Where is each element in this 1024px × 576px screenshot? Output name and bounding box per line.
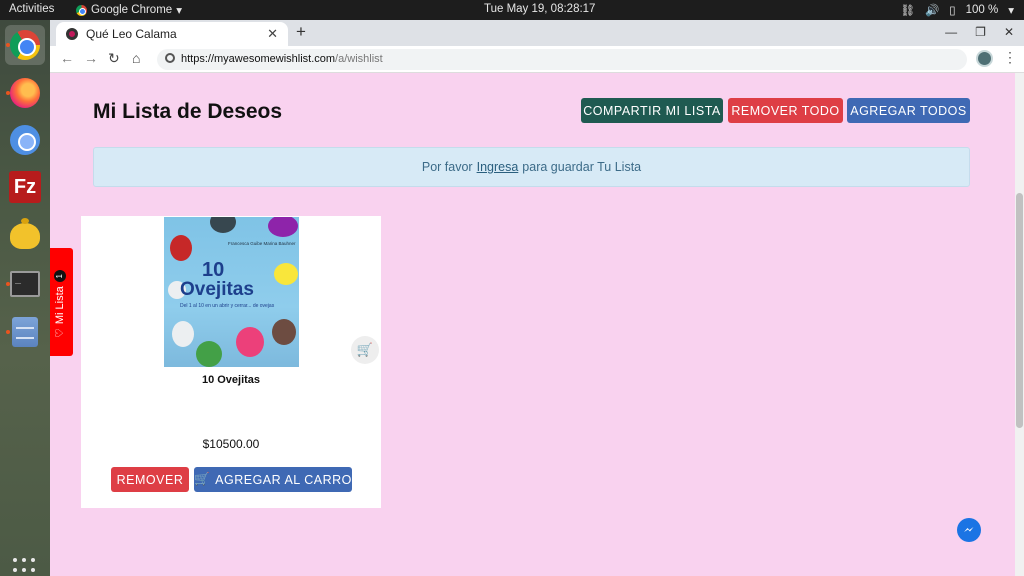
side-tab-label-wrap: ♡ Mi Lista 1 bbox=[53, 270, 66, 338]
tab-title: Qué Leo Calama bbox=[86, 27, 177, 41]
sheep-illustration bbox=[210, 217, 236, 233]
page-scrollbar[interactable] bbox=[1015, 73, 1024, 576]
sheep-illustration bbox=[268, 217, 298, 237]
cart-icon: 🛒 bbox=[194, 472, 211, 486]
home-icon[interactable]: ⌂ bbox=[132, 50, 140, 66]
login-link[interactable]: Ingresa bbox=[477, 160, 519, 174]
dock-filezilla[interactable]: Fz bbox=[5, 167, 45, 207]
reload-icon[interactable]: ↻ bbox=[108, 50, 120, 67]
sheep-illustration bbox=[272, 319, 296, 345]
address-bar[interactable]: https://myawesomewishlist.com/a/wishlist bbox=[157, 49, 967, 70]
product-card: Francesca Guibe Marina Bauhner 10 Ovejit… bbox=[81, 216, 381, 508]
chrome-icon bbox=[76, 4, 87, 16]
running-indicator bbox=[6, 330, 10, 334]
dock-files[interactable] bbox=[5, 312, 45, 352]
remove-item-button[interactable]: REMOVER bbox=[111, 467, 189, 492]
teapot-icon bbox=[10, 218, 40, 249]
new-tab-icon[interactable]: + bbox=[296, 22, 306, 42]
add-all-button[interactable]: AGREGAR TODOS bbox=[847, 98, 970, 123]
minimize-icon[interactable]: — bbox=[945, 25, 957, 39]
profile-avatar[interactable] bbox=[976, 50, 993, 67]
filezilla-icon: Fz bbox=[9, 171, 41, 203]
sheep-illustration bbox=[170, 235, 192, 261]
forward-icon[interactable]: → bbox=[84, 50, 98, 66]
sheep-illustration bbox=[236, 327, 264, 357]
files-icon bbox=[12, 317, 38, 347]
browser-menu-icon[interactable]: ⋮ bbox=[1003, 49, 1017, 66]
remove-all-button[interactable]: REMOVER TODO bbox=[728, 98, 843, 123]
wishlist-side-tab[interactable]: ♡ Mi Lista 1 bbox=[50, 248, 73, 356]
system-tray[interactable]: ⛓ 🔊 ▯ 100 % ▾ bbox=[900, 3, 1014, 17]
dock-chrome[interactable] bbox=[5, 25, 45, 65]
close-window-icon[interactable]: ✕ bbox=[1004, 25, 1014, 39]
favicon-icon bbox=[66, 28, 78, 40]
product-price: $10500.00 bbox=[202, 437, 260, 451]
running-indicator bbox=[6, 282, 10, 286]
messenger-icon bbox=[964, 527, 974, 532]
app-menu-label: Google Chrome bbox=[91, 4, 173, 16]
add-to-cart-button[interactable]: 🛒 AGREGAR AL CARRO bbox=[194, 467, 352, 492]
system-top-bar: Activities Google Chrome ▾ Tue May 19, 0… bbox=[0, 0, 1024, 20]
dock-firefox[interactable] bbox=[5, 73, 45, 113]
sheep-illustration bbox=[274, 263, 298, 285]
battery-icon: ▯ bbox=[949, 5, 956, 17]
scrollbar-thumb[interactable] bbox=[1016, 193, 1023, 428]
window-controls: — ❐ ✕ bbox=[945, 25, 1014, 39]
caret-down-icon: ▾ bbox=[176, 5, 182, 17]
site-info-icon[interactable] bbox=[165, 53, 175, 63]
wishlist-count-badge: 1 bbox=[53, 270, 66, 283]
restore-icon[interactable]: ❐ bbox=[975, 25, 986, 39]
cover-title-word: Ovejitas bbox=[180, 279, 254, 300]
side-tab-label: Mi Lista bbox=[53, 286, 66, 325]
notice-text-after: para guardar Tu Lista bbox=[522, 160, 642, 174]
chrome-icon bbox=[10, 30, 40, 60]
show-applications-icon[interactable] bbox=[13, 558, 37, 576]
app-menu[interactable]: Google Chrome ▾ bbox=[76, 3, 182, 17]
battery-percent: 100 % bbox=[965, 4, 999, 16]
tab-strip: Qué Leo Calama ✕ + — ❐ ✕ bbox=[50, 20, 1024, 46]
dock-teapot[interactable] bbox=[5, 216, 45, 256]
clock[interactable]: Tue May 19, 08:28:17 bbox=[484, 3, 595, 15]
power-menu-icon: ▾ bbox=[1008, 5, 1014, 17]
add-to-cart-label: AGREGAR AL CARRO bbox=[215, 472, 352, 487]
firefox-icon bbox=[10, 78, 40, 108]
add-to-cart-icon[interactable]: 🛒 bbox=[351, 336, 379, 364]
browser-window: Qué Leo Calama ✕ + — ❐ ✕ ← → ↻ ⌂ https:/… bbox=[50, 20, 1024, 576]
back-icon[interactable]: ← bbox=[60, 50, 74, 66]
activities-button[interactable]: Activities bbox=[9, 3, 54, 15]
notice-text-before: Por favor bbox=[421, 160, 473, 174]
cover-authors: Francesca Guibe Marina Bauhner bbox=[228, 241, 296, 246]
running-indicator bbox=[6, 91, 10, 95]
product-name[interactable]: 10 Ovejitas bbox=[81, 374, 381, 386]
cover-subtitle: Del 1 al 10 en un abrir y cerrar... de o… bbox=[180, 303, 275, 309]
network-icon: ⛓ bbox=[900, 5, 915, 17]
messenger-chat-button[interactable] bbox=[957, 518, 981, 542]
url-text: https://myawesomewishlist.com/a/wishlist bbox=[181, 53, 383, 65]
share-list-button[interactable]: COMPARTIR MI LISTA bbox=[581, 98, 723, 123]
sheep-illustration bbox=[196, 341, 222, 367]
sheep-illustration bbox=[172, 321, 194, 347]
tab-active[interactable]: Qué Leo Calama ✕ bbox=[56, 22, 288, 46]
page-title: Mi Lista de Deseos bbox=[93, 100, 283, 123]
close-tab-icon[interactable]: ✕ bbox=[267, 26, 278, 42]
dock-chromium[interactable] bbox=[5, 120, 45, 160]
volume-icon: 🔊 bbox=[924, 5, 940, 17]
dock-terminal[interactable]: _ bbox=[5, 264, 45, 304]
login-notice: Por favor Ingresa para guardar Tu Lista bbox=[93, 147, 970, 187]
chromium-icon bbox=[10, 125, 40, 155]
product-image[interactable]: Francesca Guibe Marina Bauhner 10 Ovejit… bbox=[164, 217, 299, 367]
browser-toolbar: ← → ↻ ⌂ https://myawesomewishlist.com/a/… bbox=[50, 46, 1024, 73]
terminal-icon: _ bbox=[10, 271, 40, 297]
dock: Fz _ bbox=[0, 20, 50, 576]
heart-icon: ♡ bbox=[54, 328, 66, 338]
